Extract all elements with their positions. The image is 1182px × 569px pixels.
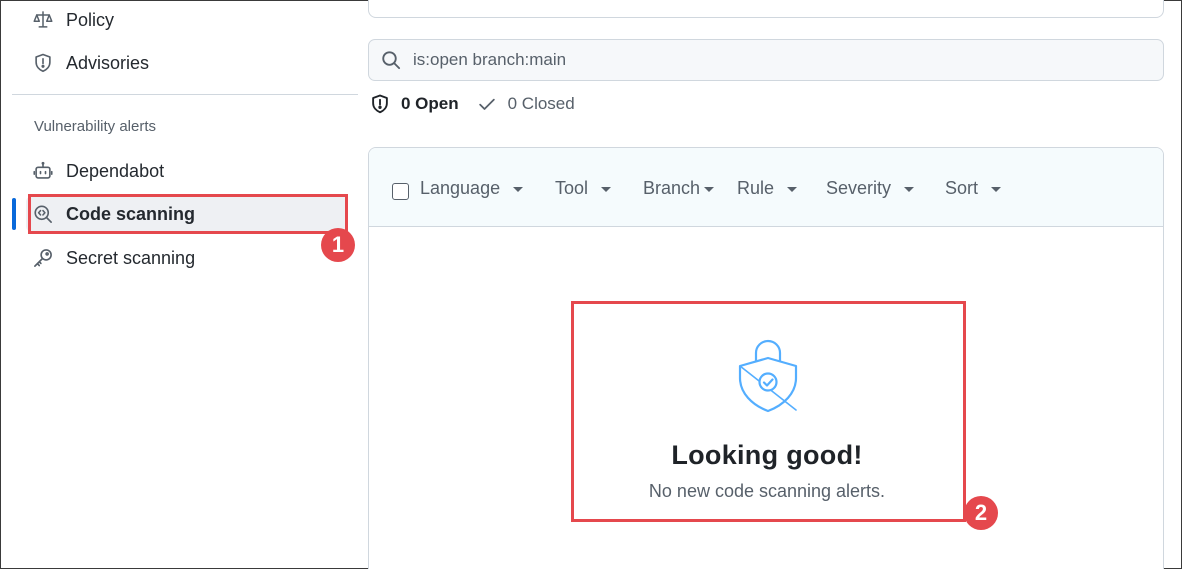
sort-dropdown[interactable]: Sort: [945, 176, 1002, 200]
select-all-checkbox[interactable]: [392, 183, 409, 200]
shield-icon: [32, 52, 54, 74]
state-filter-row: 0 Open 0 Closed: [370, 92, 575, 116]
sidebar-item-dependabot[interactable]: Dependabot: [32, 159, 164, 183]
sidebar-item-secret-scanning[interactable]: Secret scanning: [32, 246, 195, 270]
branch-filter-dropdown[interactable]: Branch: [643, 176, 715, 200]
closed-count-label: 0 Closed: [507, 94, 575, 113]
filter-label: Tool: [555, 177, 589, 198]
dependabot-icon: [32, 160, 54, 182]
previous-card: [368, 0, 1164, 18]
filter-label: Language: [420, 177, 501, 198]
filter-label: Sort: [945, 177, 979, 198]
language-filter-dropdown[interactable]: Language: [420, 176, 524, 200]
chevron-down-icon: [601, 186, 612, 192]
active-item-indicator: [12, 198, 16, 230]
tool-filter-dropdown[interactable]: Tool: [555, 176, 612, 200]
search-input[interactable]: [413, 50, 1113, 70]
rule-filter-dropdown[interactable]: Rule: [737, 176, 798, 200]
callout-highlight-box: [571, 301, 966, 522]
search-icon: [382, 51, 401, 70]
sidebar-item-label: Policy: [66, 9, 115, 30]
sidebar-item-advisories[interactable]: Advisories: [32, 51, 149, 75]
callout-badge: 1: [321, 228, 355, 262]
check-icon: [478, 98, 495, 110]
key-icon: [32, 247, 54, 269]
sidebar-item-label: Secret scanning: [66, 247, 196, 268]
chevron-down-icon: [904, 186, 915, 192]
filter-label: Severity: [826, 177, 892, 198]
filter-label: Rule: [737, 177, 775, 198]
closed-filter-link[interactable]: 0 Closed: [477, 94, 575, 114]
chevron-down-icon: [787, 186, 798, 192]
chevron-down-icon: [704, 186, 715, 192]
search-bar[interactable]: [368, 39, 1164, 81]
chevron-down-icon: [991, 186, 1002, 192]
callout-badge: 2: [964, 496, 998, 530]
sidebar-item-label: Advisories: [66, 52, 150, 73]
sidebar-item-policy[interactable]: Policy: [32, 8, 114, 32]
alerts-box-header: Language Tool Branch Rule Severity Sort: [369, 148, 1163, 227]
sidebar-section-heading: Vulnerability alerts: [34, 118, 156, 135]
severity-filter-dropdown[interactable]: Severity: [826, 176, 915, 200]
shield-icon: [372, 94, 388, 114]
open-filter-link[interactable]: 0 Open: [370, 94, 459, 114]
open-count-label: 0 Open: [401, 94, 459, 113]
chevron-down-icon: [513, 186, 524, 192]
filter-label: Branch: [643, 177, 701, 198]
callout-highlight-box: [28, 194, 348, 234]
law-icon: [32, 9, 54, 31]
sidebar-divider: [12, 94, 358, 95]
sidebar-item-label: Dependabot: [66, 160, 165, 181]
